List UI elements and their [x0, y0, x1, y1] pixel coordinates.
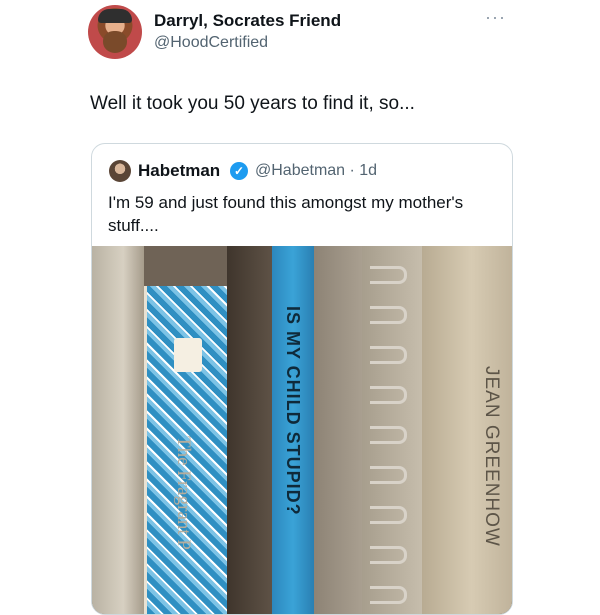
spiral-notebook: [362, 246, 422, 614]
book-patterned-tag: [174, 338, 202, 372]
attached-photo[interactable]: The Fragrant P IS MY CHILD STUPID? JEAN …: [92, 246, 512, 614]
spiral-coil: [370, 386, 407, 404]
spiral-coil: [370, 266, 407, 284]
spiral-coil: [370, 426, 407, 444]
quoted-author-name[interactable]: Habetman: [138, 161, 220, 181]
avatar-cap: [98, 9, 132, 23]
book-dark: [227, 246, 272, 614]
author-handle[interactable]: @HoodCertified: [154, 34, 268, 52]
book-left-pages: [92, 246, 144, 614]
tweet-card: Darryl, Socrates Friend @HoodCertified ·…: [88, 0, 513, 615]
more-horizontal-icon[interactable]: ···: [485, 8, 506, 26]
tweet-text: Well it took you 50 years to find it, so…: [90, 93, 415, 114]
quoted-author-avatar[interactable]: [109, 160, 131, 182]
book-fragrant-label: The Fragrant P: [173, 436, 194, 550]
spiral-coil: [370, 306, 407, 324]
verified-badge-icon: ✓: [230, 162, 248, 180]
spiral-coil: [370, 586, 407, 604]
author-avatar[interactable]: [88, 5, 142, 59]
book-stupid-label: IS MY CHILD STUPID?: [283, 306, 303, 516]
spiral-coil: [370, 546, 407, 564]
avatar-beard: [103, 31, 127, 53]
spiral-coil: [370, 466, 407, 484]
quoted-author-handle[interactable]: @Habetman · 1d: [255, 162, 377, 180]
quoted-tweet[interactable]: Habetman ✓ @Habetman · 1d I'm 59 and jus…: [91, 143, 513, 615]
spiral-coil: [370, 506, 407, 524]
author-name[interactable]: Darryl, Socrates Friend: [154, 11, 341, 31]
spiral-coil: [370, 346, 407, 364]
quoted-tweet-text: I'm 59 and just found this amongst my mo…: [108, 193, 464, 235]
book-gray: [314, 246, 362, 614]
book-jean-label: JEAN GREENHOW: [481, 366, 502, 547]
